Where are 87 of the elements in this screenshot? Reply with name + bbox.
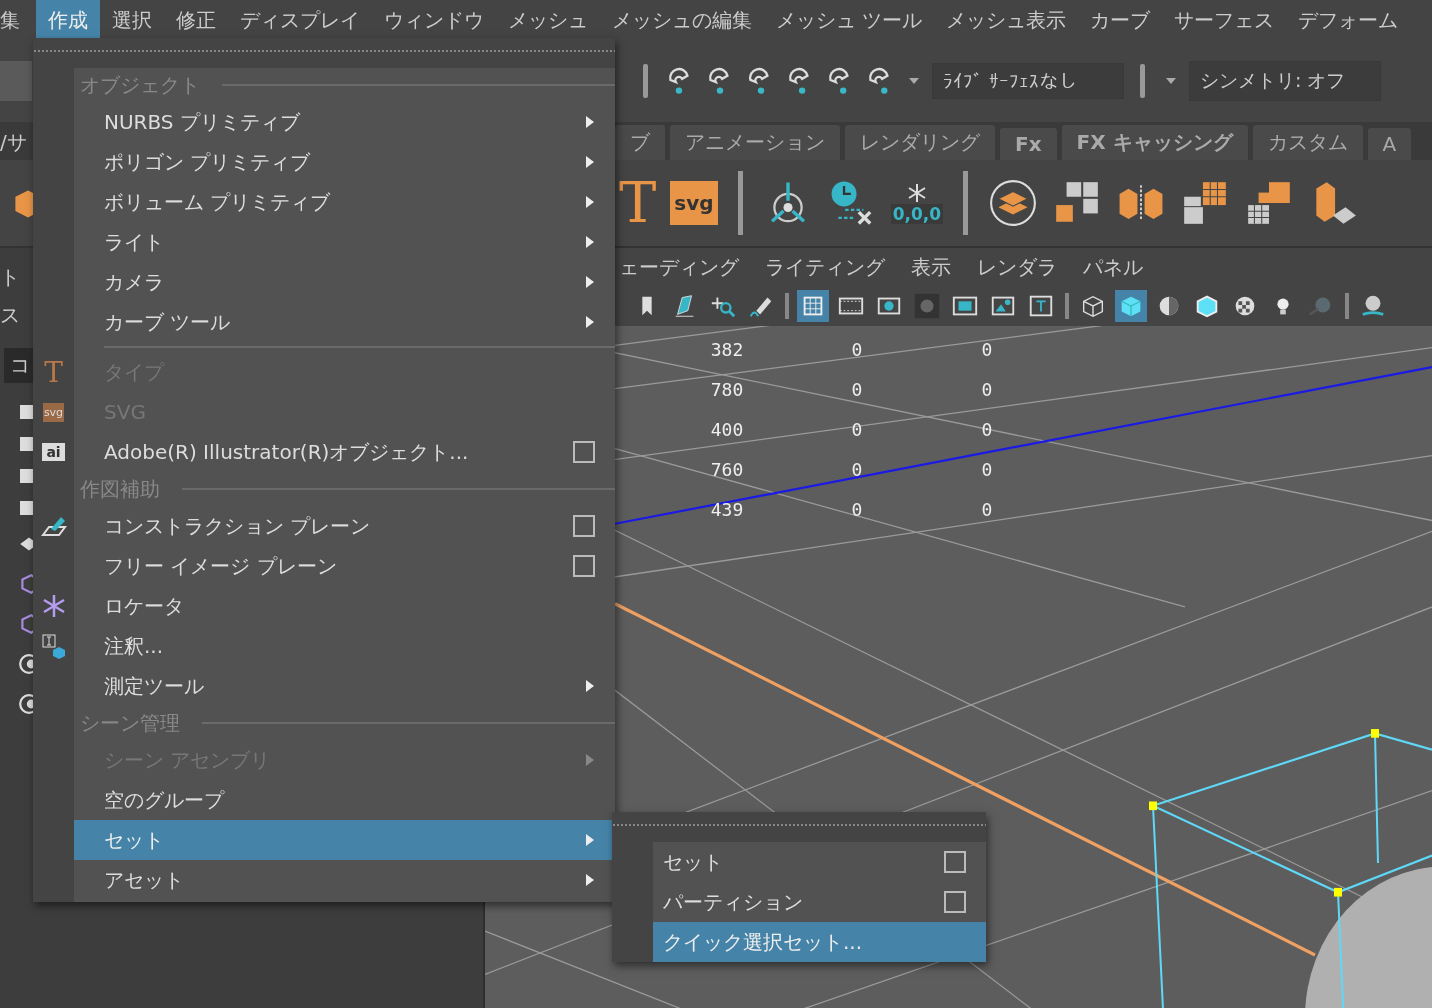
menu-bar-item[interactable]: ディスプレイ <box>228 0 372 40</box>
menu-bar-item[interactable]: サーフェス <box>1162 0 1287 40</box>
hud-value: 0 <box>850 498 864 522</box>
hud-value: 0 <box>850 338 864 362</box>
hud-value: 0 <box>850 418 864 442</box>
ai-icon: ai <box>42 443 65 461</box>
caret-icon[interactable] <box>908 77 920 85</box>
grid-icon[interactable] <box>797 290 829 322</box>
symmetry-field[interactable]: シンメトリ: オフ <box>1189 61 1381 101</box>
menu-bar-item[interactable]: 集 <box>0 0 36 40</box>
panel-label: ス <box>0 302 20 329</box>
node-icon <box>20 501 34 515</box>
menu-bar-item[interactable]: デフォーム <box>1286 0 1411 40</box>
menu-item[interactable]: セット <box>653 842 986 882</box>
panel-menu-item[interactable]: 表示 <box>911 253 951 281</box>
submenu-arrow-icon <box>585 315 595 329</box>
svg-icon: svg <box>42 402 65 422</box>
submenu-arrow-icon <box>585 679 595 693</box>
hud-value: 0 <box>850 458 864 482</box>
shelf-tab[interactable]: アニメーション <box>669 124 841 160</box>
node-icon <box>20 469 34 483</box>
submenu-arrow-icon <box>585 275 595 289</box>
shelf-tab[interactable]: レンダリング <box>844 124 996 160</box>
menu-item[interactable]: カメラ <box>74 262 615 302</box>
menu-bar-item[interactable]: メッシュ <box>496 0 600 40</box>
tear-off-bar[interactable] <box>612 812 986 842</box>
menu-item[interactable]: クイック選択セット... <box>653 922 986 962</box>
hud-value: 0 <box>980 498 994 522</box>
type-icon[interactable]: T <box>619 175 657 231</box>
submenu-arrow-icon <box>585 235 595 249</box>
node-icon <box>20 437 34 451</box>
panel-menu-item[interactable]: レンダラ <box>977 253 1057 281</box>
hud-value: 439 <box>709 498 745 522</box>
submenu-arrow-icon <box>585 753 595 767</box>
shaded-icon[interactable] <box>1115 290 1147 322</box>
panel-label: ト <box>0 264 20 291</box>
submenu-arrow-icon <box>585 833 595 847</box>
node-icon <box>20 405 34 419</box>
hud-value: 400 <box>709 418 745 442</box>
shelf-tab[interactable]: Fx <box>999 127 1058 160</box>
submenu-arrow-icon <box>585 873 595 887</box>
caret-icon[interactable] <box>1165 77 1177 85</box>
menu-bar-item[interactable]: 選択 <box>100 0 164 40</box>
hud-value: 382 <box>709 338 745 362</box>
hud-value: 0 <box>850 378 864 402</box>
menu-item[interactable]: ボリューム プリミティブ <box>74 182 615 222</box>
menu-bar-item[interactable]: 修正 <box>164 0 228 40</box>
tear-off-bar[interactable] <box>33 38 615 68</box>
panel-menu-item[interactable]: ライティング <box>765 253 885 281</box>
hud-value: 780 <box>709 378 745 402</box>
hud-value: 0 <box>980 458 994 482</box>
option-box-icon[interactable] <box>944 851 966 873</box>
option-box-icon[interactable] <box>573 441 595 463</box>
submenu-arrow-icon <box>585 115 595 129</box>
menu-item[interactable]: セット <box>74 820 615 860</box>
menu-bar-item[interactable]: 作成 <box>36 0 100 40</box>
menu-bar-item[interactable]: ウィンドウ <box>372 0 496 40</box>
menu-bar-item[interactable]: メッシュ ツール <box>764 0 935 40</box>
toolbar-handle[interactable] <box>643 64 648 98</box>
shelf-tab[interactable]: ブ <box>614 124 666 160</box>
hud-value: 0 <box>980 378 994 402</box>
hud-value: 760 <box>709 458 745 482</box>
option-box-icon[interactable] <box>944 891 966 913</box>
menu-bar-item[interactable]: カーブ <box>1078 0 1163 40</box>
toolbar-block <box>0 61 32 101</box>
shelf-tab[interactable]: カスタム <box>1251 124 1364 160</box>
option-box-icon[interactable] <box>573 515 595 537</box>
menu-bar-item[interactable]: メッシュの編集 <box>600 0 764 40</box>
layers-icon[interactable] <box>988 178 1039 228</box>
panel-menu-item[interactable]: パネル <box>1083 253 1143 281</box>
menu-item[interactable]: パーティション <box>653 882 986 922</box>
menu-bar-item[interactable]: メッシュ表示 <box>934 0 1079 40</box>
hud-value: 0 <box>980 418 994 442</box>
menu-item[interactable]: ライト <box>74 222 615 262</box>
live-surface-field[interactable]: ﾗｲﾌﾞ ｻｰﾌｪｽなし <box>932 63 1124 99</box>
menu-item[interactable]: ポリゴン プリミティブ <box>74 142 615 182</box>
svg-icon[interactable]: svg <box>670 181 718 225</box>
annotation-icon <box>40 633 67 659</box>
menu-item[interactable]: NURBS プリミティブ <box>74 102 615 142</box>
panel-menu-item[interactable]: ェーディング <box>619 253 739 281</box>
shelf-tab[interactable]: A <box>1366 127 1413 160</box>
option-box-icon[interactable] <box>573 555 595 577</box>
toolbar-handle[interactable] <box>1140 64 1145 98</box>
shelf-tab[interactable]: FX キャッシング <box>1060 124 1249 160</box>
submenu-arrow-icon <box>585 195 595 209</box>
hud-value: 0 <box>980 338 994 362</box>
submenu-arrow-icon <box>585 155 595 169</box>
